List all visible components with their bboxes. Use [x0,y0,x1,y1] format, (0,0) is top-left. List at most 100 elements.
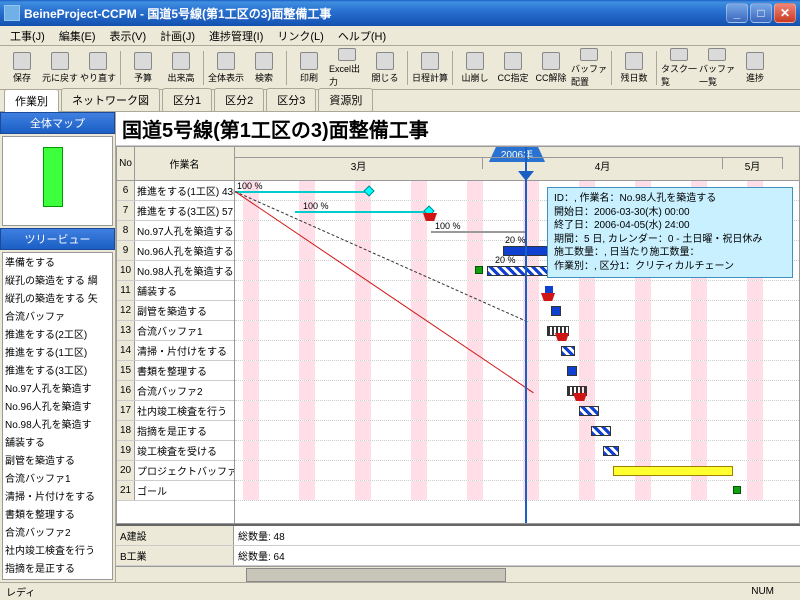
calc-button[interactable]: 日程計算 [412,48,448,88]
showall-icon [217,52,235,70]
task-row[interactable]: 8No.97人孔を築造する [117,221,234,241]
tab-3[interactable]: 区分2 [214,88,264,111]
gantt-row [235,341,799,361]
tab-5[interactable]: 資源別 [318,88,373,111]
menu-item[interactable]: 工事(J) [4,26,51,46]
gantt-chart[interactable]: 2006年 3月4月5月 100 %100 %100 %20 %20 % ID：… [235,147,799,523]
search-button[interactable]: 検索 [246,48,282,88]
tree-item[interactable]: 竣工検査を受ける [3,577,112,580]
cost-button[interactable]: 出来高 [163,48,199,88]
task-row[interactable]: 16合流バッファ2 [117,381,234,401]
task-row[interactable]: 20プロジェクトバッファ [117,461,234,481]
tree-item[interactable]: No.98人孔を築造す [3,415,112,433]
open-button[interactable]: 開じる [367,48,403,88]
tree-item[interactable]: 社内竣工検査を行う [3,541,112,559]
remain-button[interactable]: 残日数 [616,48,652,88]
title-bar: BeineProject-CCPM - 国道5号線(第1工区の3)面整備工事 _… [0,0,800,26]
gantt-container: No 作業名 6推進をする(1工区) 43m Φ4007推進をする(3工区) 5… [116,146,800,524]
task-bar[interactable] [551,306,561,316]
cc-on-button[interactable]: CC指定 [495,48,531,88]
tree-item[interactable]: 準備をする [3,253,112,271]
project-buffer-bar[interactable] [613,466,733,476]
buflist-button[interactable]: バッファ一覧 [699,48,735,88]
tree-item[interactable]: 推進をする(3工区) [3,361,112,379]
budget-button[interactable]: 予算 [125,48,161,88]
calc-icon [421,52,439,70]
task-row[interactable]: 13合流バッファ1 [117,321,234,341]
page-title: 国道5号線(第1工区の3)面整備工事 [116,112,800,146]
tab-4[interactable]: 区分3 [266,88,316,111]
redo-button[interactable]: やり直す [80,48,116,88]
task-bar[interactable] [561,346,575,356]
buffer-icon [580,48,598,61]
tree-item[interactable]: 副管を築造する [3,451,112,469]
task-row[interactable]: 11舗装する [117,281,234,301]
task-bar[interactable] [603,446,619,456]
cost-icon [172,52,190,70]
tab-2[interactable]: 区分1 [162,88,212,111]
task-row[interactable]: 14清掃・片付けをする [117,341,234,361]
minimize-button[interactable]: _ [726,3,748,23]
tree-item[interactable]: 推進をする(1工区) [3,343,112,361]
task-row[interactable]: 10No.98人孔を築造する [117,261,234,281]
month-label: 4月 [483,157,723,169]
task-row[interactable]: 7推進をする(3工区) 57.2m [117,201,234,221]
print-button[interactable]: 印刷 [291,48,327,88]
tree-item[interactable]: No.96人孔を築造す [3,397,112,415]
menu-item[interactable]: 進捗管理(I) [203,26,269,46]
tree-item[interactable]: 推進をする(2工区) [3,325,112,343]
minimap[interactable] [2,136,113,226]
tree-item[interactable]: 縦孔の築造をする 綱 [3,271,112,289]
tree-item[interactable]: 合流バッファ1 [3,469,112,487]
month-label: 3月 [235,157,483,169]
tree-item[interactable]: 合流バッファ2 [3,523,112,541]
close-button[interactable]: ✕ [774,3,796,23]
task-bar[interactable] [579,406,599,416]
minimap-header: 全体マップ [0,112,115,134]
tree-item[interactable]: 舗装する [3,433,112,451]
task-row[interactable]: 18指摘を是正する [117,421,234,441]
progress-button[interactable]: 進捗 [737,48,773,88]
mount-button[interactable]: 山崩し [457,48,493,88]
tab-0[interactable]: 作業別 [4,89,59,112]
menu-item[interactable]: ヘルプ(H) [332,26,392,46]
task-row[interactable]: 21ゴール [117,481,234,501]
menu-item[interactable]: リンク(L) [271,26,329,46]
task-bar[interactable] [567,366,577,376]
task-bar[interactable] [487,266,551,276]
tree-item[interactable]: 清掃・片付けをする [3,487,112,505]
tree-item[interactable]: 縦孔の築造をする 矢 [3,289,112,307]
task-row[interactable]: 15書類を整理する [117,361,234,381]
menu-item[interactable]: 計画(J) [154,26,201,46]
task-row[interactable]: 6推進をする(1工区) 43m Φ400 [117,181,234,201]
tree-item[interactable]: 合流バッファ [3,307,112,325]
gantt-row [235,441,799,461]
tasklist-button[interactable]: タスク一覧 [661,48,697,88]
tree-item[interactable]: No.97人孔を築造す [3,379,112,397]
menu-item[interactable]: 編集(E) [53,26,102,46]
timeline-header: 2006年 3月4月5月 [235,147,799,181]
maximize-button[interactable]: □ [750,3,772,23]
status-bar: レディ NUM [0,582,800,600]
showall-button[interactable]: 全体表示 [208,48,244,88]
buffer-button[interactable]: バッファ配置 [571,48,607,88]
save-button[interactable]: 保存 [4,48,40,88]
task-row[interactable]: 19竣工検査を受ける [117,441,234,461]
excel-button[interactable]: Excel出力 [329,48,365,88]
task-row[interactable]: 17社内竣工検査を行う [117,401,234,421]
menu-item[interactable]: 表示(V) [104,26,153,46]
task-row[interactable]: 9No.96人孔を築造する [117,241,234,261]
pct-label: 20 % [495,255,516,265]
gantt-row [235,401,799,421]
tab-1[interactable]: ネットワーク図 [61,88,160,111]
excel-icon [338,48,356,61]
tree-item[interactable]: 指摘を是正する [3,559,112,577]
tree-view[interactable]: 準備をする縦孔の築造をする 綱縦孔の築造をする 矢合流バッファ推進をする(2工区… [2,252,113,580]
task-row[interactable]: 12副管を築造する [117,301,234,321]
cc-off-button[interactable]: CC解除 [533,48,569,88]
task-bar[interactable] [591,426,611,436]
cc-on-icon [504,52,522,70]
tree-item[interactable]: 書類を整理する [3,505,112,523]
undo-button[interactable]: 元に戻す [42,48,78,88]
horizontal-scrollbar[interactable] [116,566,800,582]
